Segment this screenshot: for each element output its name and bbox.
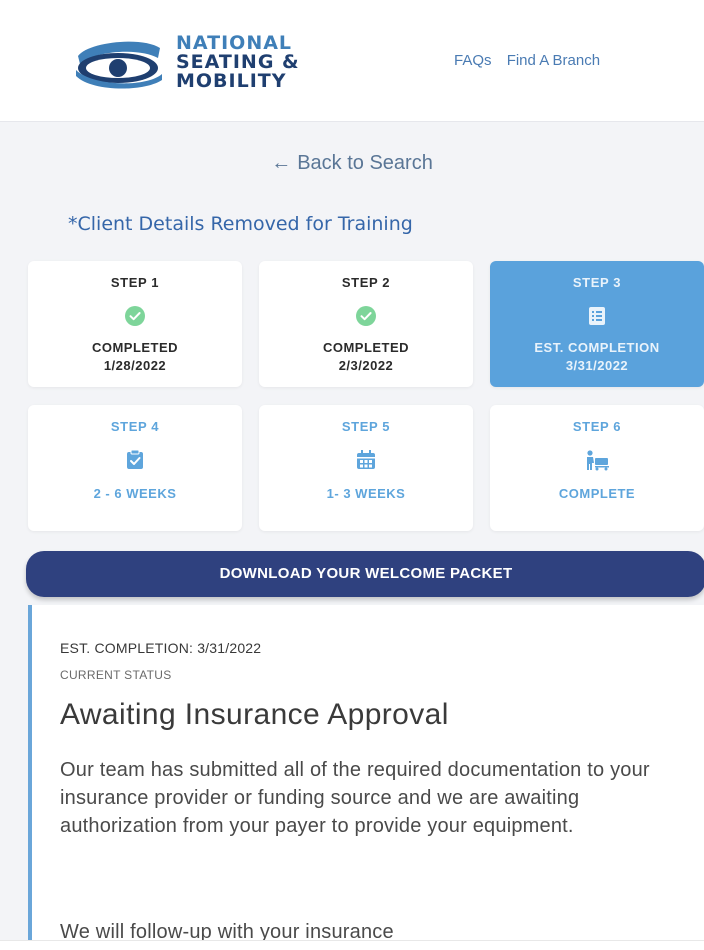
- step-card-1[interactable]: STEP 1 COMPLETED 1/28/2022: [28, 261, 242, 387]
- step-card-3[interactable]: STEP 3 EST. COMPLETION 3/31/2022: [490, 261, 704, 387]
- step-status-line1: COMPLETED: [91, 340, 179, 355]
- status-title: Awaiting Insurance Approval: [60, 698, 449, 731]
- step-status-line2: 1/28/2022: [103, 358, 167, 373]
- logo-line-mobility: MOBILITY: [176, 70, 287, 92]
- list-document-icon: [589, 307, 605, 325]
- header-nav: FAQs Find A Branch: [454, 52, 611, 69]
- step-status-line2: 2/3/2022: [338, 358, 394, 373]
- step-label: STEP 2: [341, 275, 391, 290]
- step-status: 1- 3 WEEKS: [259, 485, 473, 503]
- step-card-6[interactable]: STEP 6 COMPLETE: [490, 405, 704, 531]
- nav-link-find-branch[interactable]: Find A Branch: [507, 52, 600, 69]
- page-cutoff: [0, 940, 704, 950]
- check-circle-icon: [125, 306, 145, 326]
- nav-link-faqs[interactable]: FAQs: [454, 52, 492, 69]
- clipboard-check-icon: [127, 449, 143, 469]
- step-status-line1: COMPLETE: [558, 486, 636, 501]
- step-label: STEP 3: [572, 275, 622, 290]
- step-status-line1: COMPLETED: [322, 340, 410, 355]
- download-welcome-packet-button[interactable]: DOWNLOAD YOUR WELCOME PACKET: [26, 551, 704, 597]
- step-status: COMPLETED 2/3/2022: [259, 339, 473, 375]
- check-circle-icon: [356, 306, 376, 326]
- step-status-line2: 3/31/2022: [565, 358, 629, 373]
- step-status: EST. COMPLETION 3/31/2022: [490, 339, 704, 375]
- current-status-label: CURRENT STATUS: [60, 668, 172, 682]
- step-status-line1: 1- 3 WEEKS: [326, 486, 406, 501]
- logo-wordmark: NATIONAL SEATING & MOBILITY: [176, 34, 300, 91]
- person-delivery-icon: [587, 450, 609, 471]
- back-arrow-icon: ←: [271, 152, 292, 174]
- step-label: STEP 4: [110, 419, 160, 434]
- step-label: STEP 6: [572, 419, 622, 434]
- site-header: NATIONAL SEATING & MOBILITY FAQs Find A …: [0, 0, 704, 122]
- step-status: 2 - 6 WEEKS: [28, 485, 242, 503]
- step-status-line1: EST. COMPLETION: [534, 340, 660, 355]
- training-note: *Client Details Removed for Training: [68, 213, 413, 235]
- status-description: Our team has submitted all of the requir…: [60, 759, 650, 837]
- step-card-4[interactable]: STEP 4 2 - 6 WEEKS: [28, 405, 242, 531]
- back-to-search-link[interactable]: ← Back to Search: [0, 152, 704, 175]
- step-status-line1: 2 - 6 WEEKS: [93, 486, 177, 501]
- step-label: STEP 1: [110, 275, 160, 290]
- step-label: STEP 5: [341, 419, 391, 434]
- nsm-logo[interactable]: NATIONAL SEATING & MOBILITY: [72, 30, 332, 94]
- step-status: COMPLETE: [490, 485, 704, 503]
- step-status: COMPLETED 1/28/2022: [28, 339, 242, 375]
- calendar-icon: [357, 450, 375, 469]
- step-card-5[interactable]: STEP 5 1- 3 WEEKS: [259, 405, 473, 531]
- logo-mark-icon: [76, 41, 162, 89]
- back-link-label: Back to Search: [297, 152, 433, 174]
- step-card-2[interactable]: STEP 2 COMPLETED 2/3/2022: [259, 261, 473, 387]
- est-completion-text: EST. COMPLETION: 3/31/2022: [60, 640, 262, 656]
